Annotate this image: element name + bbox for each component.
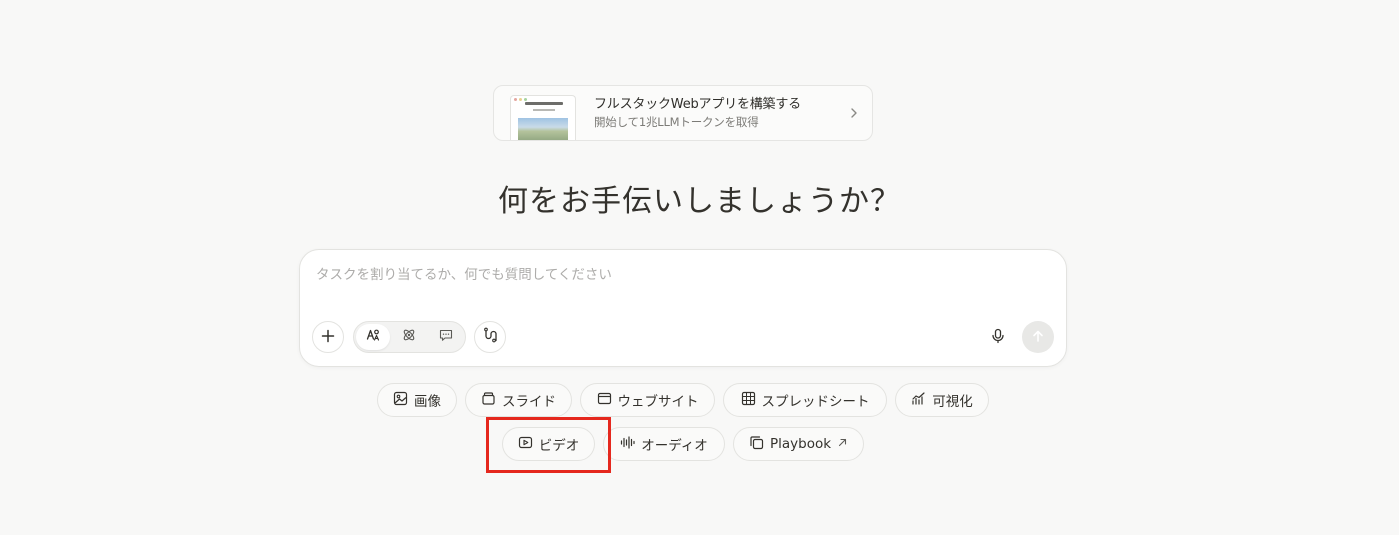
voice-input-button[interactable] (986, 326, 1010, 350)
chart-icon (911, 391, 926, 410)
chip-slides[interactable]: スライド (465, 383, 572, 417)
promo-title: フルスタックWebアプリを構築する (594, 97, 801, 112)
table-icon (741, 391, 756, 410)
microphone-icon (990, 328, 1006, 348)
browser-icon (597, 391, 612, 410)
chip-playbook-label: Playbook (769, 436, 832, 452)
video-play-icon (518, 435, 533, 454)
mode-selector (353, 321, 466, 353)
chip-audio[interactable]: オーディオ (603, 427, 725, 461)
add-button[interactable] (312, 321, 344, 353)
image-icon (393, 391, 408, 410)
task-composer (299, 249, 1067, 367)
mode-agent-button[interactable] (356, 324, 391, 350)
send-button[interactable] (1022, 321, 1054, 353)
chip-website[interactable]: ウェブサイト (580, 383, 715, 417)
promo-subtitle: 開始して1兆LLMトークンを取得 (594, 115, 759, 129)
chip-visualize[interactable]: 可視化 (895, 383, 989, 417)
promo-thumbnail (510, 95, 576, 140)
atom-icon (401, 327, 417, 347)
agent-mode-icon (365, 327, 381, 347)
connectors-button[interactable] (474, 321, 506, 353)
task-input[interactable] (316, 264, 1016, 286)
plus-icon (321, 328, 335, 347)
chip-video-label: ビデオ (538, 438, 580, 454)
chip-spreadsheet[interactable]: スプレッドシート (723, 383, 887, 417)
mode-adaptive-button[interactable] (392, 324, 426, 350)
chip-slides-label: スライド (502, 394, 556, 410)
chevron-right-icon (836, 86, 872, 140)
arrow-up-icon (1031, 328, 1045, 347)
chip-visualize-label: 可視化 (932, 394, 973, 410)
chip-spreadsheet-label: スプレッドシート (761, 394, 870, 410)
chip-website-label: ウェブサイト (617, 394, 699, 410)
chat-icon (438, 327, 454, 347)
chip-image[interactable]: 画像 (377, 383, 457, 417)
waveform-icon (620, 435, 635, 454)
chip-image-label: 画像 (414, 394, 441, 410)
external-link-icon (837, 436, 848, 452)
page-title: 何をお手伝いしましょうか？ (498, 184, 901, 219)
connector-icon (482, 327, 498, 347)
copy-icon (749, 435, 764, 454)
chip-playbook[interactable]: Playbook (733, 427, 864, 461)
chip-video[interactable]: ビデオ (502, 427, 595, 461)
slides-icon (481, 391, 496, 410)
chip-audio-label: オーディオ (641, 438, 708, 454)
mode-chat-button[interactable] (429, 324, 463, 350)
promo-banner[interactable]: フルスタックWebアプリを構築する 開始して1兆LLMトークンを取得 (493, 85, 873, 141)
